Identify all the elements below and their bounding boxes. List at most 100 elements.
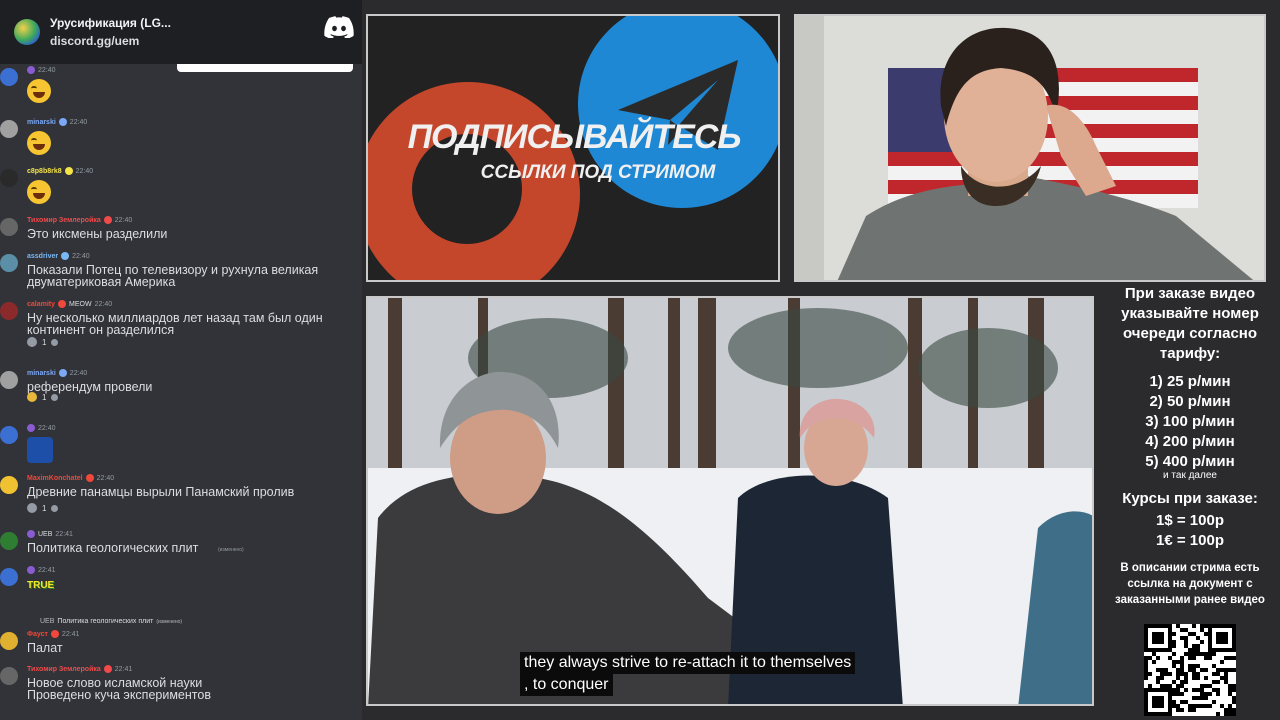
- avatar[interactable]: [0, 218, 18, 236]
- username[interactable]: calamity: [27, 301, 55, 308]
- message-meta: c8p8b8rk8 22:40: [27, 167, 93, 175]
- username[interactable]: assdriver: [27, 253, 58, 260]
- timestamp: 22:41: [55, 530, 73, 538]
- reaction-emoji-icon: [27, 392, 37, 402]
- role-badge-icon: [58, 118, 67, 126]
- timestamp: 22:41: [38, 566, 56, 574]
- add-reaction-icon[interactable]: [51, 504, 59, 512]
- avatar[interactable]: [0, 302, 18, 320]
- timestamp: 22:40: [69, 369, 88, 377]
- user-tag: MEOW: [69, 300, 92, 308]
- username[interactable]: Тихомир Землеройка: [27, 217, 101, 224]
- message-text: Древние панамцы вырыли Панамский пролив: [27, 485, 295, 499]
- message-text: Показали Потец по телевизору и рухнула в…: [27, 263, 319, 289]
- reply-preview[interactable]: UEB Политика геологических плит (изменено): [40, 618, 182, 625]
- avatar[interactable]: [0, 371, 18, 389]
- message-text: Это иксмены разделили: [27, 227, 168, 241]
- avatar[interactable]: [0, 169, 18, 187]
- role-badge-icon: [58, 300, 67, 308]
- server-header[interactable]: Урусификация (LG... discord.gg/uem: [0, 0, 362, 64]
- message-meta: MaximKonchatel 22:40: [27, 474, 114, 482]
- add-reaction-icon[interactable]: [51, 338, 59, 346]
- role-badge-icon: [64, 167, 73, 175]
- reply-text: Политика геологических плит: [57, 618, 154, 625]
- reaction-emoji-icon: [27, 337, 37, 347]
- tariff-list: 1) 25 р/мин 2) 50 р/мин 3) 100 р/мин 4) …: [1100, 372, 1280, 472]
- promo-panel: ПОДПИСЫВАЙТЕСЬ ССЫЛКИ ПОД СТРИМОМ: [366, 14, 780, 282]
- reaction-count: 1: [42, 337, 47, 347]
- username[interactable]: c8p8b8rk8: [27, 168, 62, 175]
- reaction-emoji-icon: [27, 503, 37, 513]
- laughing-emoji-icon: [27, 131, 51, 155]
- server-icon: [14, 19, 40, 45]
- discord-logo-icon: [324, 16, 354, 38]
- subtitle-line-2: , to conquer: [520, 674, 613, 696]
- promo-subtitle: ССЫЛКИ ПОД СТРИМОМ: [480, 162, 716, 183]
- video-panel: [366, 296, 1094, 706]
- true-sticker: TRUE: [27, 580, 55, 591]
- avatar[interactable]: [0, 532, 18, 550]
- reaction[interactable]: 1: [27, 391, 59, 403]
- avatar[interactable]: [0, 667, 18, 685]
- avatar[interactable]: [0, 568, 18, 586]
- role-badge-icon: [103, 216, 112, 224]
- tariff-item: 1) 25 р/мин: [1149, 373, 1231, 390]
- username[interactable]: Фауст: [27, 631, 48, 638]
- role-badge-icon: [27, 66, 35, 74]
- reaction-count: 1: [42, 503, 47, 513]
- sticker-image: [27, 437, 53, 463]
- promo-title: ПОДПИСЫВАЙТЕСЬ: [407, 118, 742, 156]
- server-name: Урусификация (LG...: [50, 16, 171, 30]
- video-frame-image: [368, 298, 1092, 704]
- subtitle-line-1: they always strive to re-attach it to th…: [520, 652, 856, 674]
- add-reaction-icon[interactable]: [51, 393, 59, 401]
- rate-eur: 1€ = 100р: [1156, 532, 1224, 549]
- message-text: Новое слово исламской науки Проведено ку…: [27, 676, 211, 702]
- message-text: референдум провели: [27, 380, 153, 394]
- username[interactable]: minarski: [27, 370, 56, 377]
- message-meta: 22:41: [27, 566, 56, 574]
- server-invite[interactable]: discord.gg/uem: [50, 34, 171, 48]
- avatar[interactable]: [0, 632, 18, 650]
- role-badge-icon: [85, 474, 94, 482]
- tariff-more: и так далее: [1163, 470, 1217, 481]
- avatar[interactable]: [0, 68, 18, 86]
- reply-tag: UEB: [40, 618, 55, 625]
- qr-code-image[interactable]: [1144, 624, 1236, 716]
- reaction[interactable]: 1: [27, 502, 59, 514]
- message-meta: calamity MEOW 22:40: [27, 300, 112, 308]
- username[interactable]: minarski: [27, 119, 56, 126]
- avatar[interactable]: [0, 426, 18, 444]
- role-badge-icon: [27, 424, 35, 432]
- username[interactable]: Тихомир Землеройка: [27, 666, 101, 673]
- order-info-heading: При заказе видео указывайте номер очеред…: [1121, 285, 1259, 362]
- timestamp: 22:41: [114, 665, 133, 673]
- role-badge-icon: [27, 566, 35, 574]
- timestamp: 22:40: [72, 252, 90, 260]
- overlay-bar: [177, 64, 353, 72]
- user-tag: UEB: [38, 530, 53, 538]
- role-badge-icon: [61, 252, 70, 260]
- message-meta: minarski 22:40: [27, 118, 87, 126]
- reaction[interactable]: 1: [27, 336, 59, 348]
- webcam-image: [796, 16, 1264, 280]
- tariff-item: 2) 50 р/мин: [1149, 393, 1231, 410]
- discord-chat-overlay: Урусификация (LG... discord.gg/uem 22:40…: [0, 0, 362, 720]
- tariff-item: 4) 200 р/мин: [1145, 433, 1235, 450]
- laughing-emoji-icon: [27, 79, 51, 103]
- avatar[interactable]: [0, 254, 18, 272]
- rate-usd: 1$ = 100р: [1156, 512, 1224, 529]
- username[interactable]: MaximKonchatel: [27, 475, 83, 482]
- timestamp: 22:40: [38, 66, 56, 74]
- video-subtitles: they always strive to re-attach it to th…: [520, 652, 856, 696]
- timestamp: 22:40: [75, 167, 94, 175]
- avatar[interactable]: [0, 120, 18, 138]
- message-meta: Тихомир Землеройка 22:41: [27, 665, 132, 673]
- timestamp: 22:41: [61, 630, 80, 638]
- avatar[interactable]: [0, 476, 18, 494]
- webcam-panel: [794, 14, 1266, 282]
- timestamp: 22:40: [96, 474, 115, 482]
- message-text: Палат: [27, 641, 63, 655]
- reaction-count: 1: [42, 392, 47, 402]
- role-badge-icon: [50, 630, 59, 638]
